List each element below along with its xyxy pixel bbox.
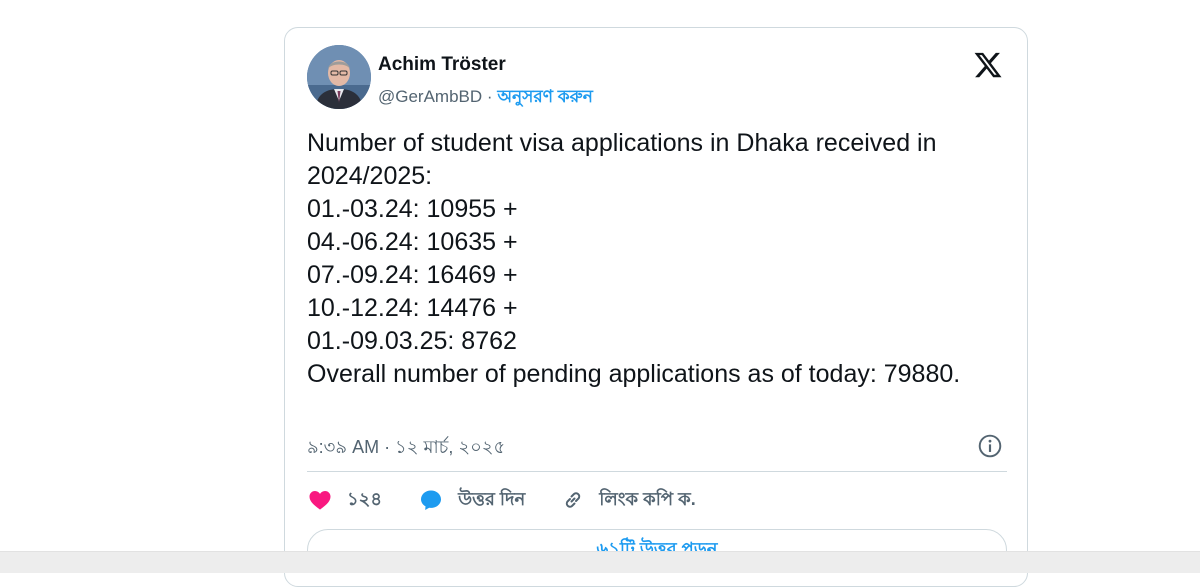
avatar[interactable]: [307, 45, 371, 109]
author-name[interactable]: Achim Tröster: [378, 54, 506, 76]
tweet-text: Number of student visa applications in D…: [307, 129, 961, 388]
heart-icon: [309, 491, 331, 510]
page-bottom-bar: [0, 551, 1200, 573]
like-button[interactable]: ১২৪: [307, 485, 382, 516]
link-icon: [566, 492, 581, 508]
reply-label: উত্তর দিন: [458, 488, 526, 509]
follow-link[interactable]: অনুসরণ করুন: [497, 87, 593, 106]
action-bar: ১২৪ উত্তর দিন লিংক কপি ক.: [307, 484, 732, 516]
avatar-image: [307, 45, 371, 109]
reply-button[interactable]: উত্তর দিন: [418, 485, 525, 516]
separator-dot: ·: [486, 87, 493, 106]
tweet-timestamp[interactable]: ৯:৩৯ AM · ১২ মার্চ, ২০২৫: [307, 433, 505, 464]
x-logo-icon[interactable]: [973, 50, 1003, 80]
copy-link-label: লিংক কপি ক.: [599, 488, 696, 509]
tweet-embed-card: Achim Tröster @GerAmbBD · অনুসরণ করুন Nu…: [284, 27, 1028, 587]
divider: [307, 471, 1007, 472]
info-icon[interactable]: [977, 433, 1003, 459]
like-count: ১২৪: [347, 488, 383, 509]
copy-link-button[interactable]: লিংক কপি ক.: [561, 485, 696, 516]
author-handle[interactable]: @GerAmbBD: [378, 87, 482, 106]
author-handle-row: @GerAmbBD · অনুসরণ করুন: [378, 84, 593, 112]
reply-bubble-icon: [421, 490, 442, 510]
